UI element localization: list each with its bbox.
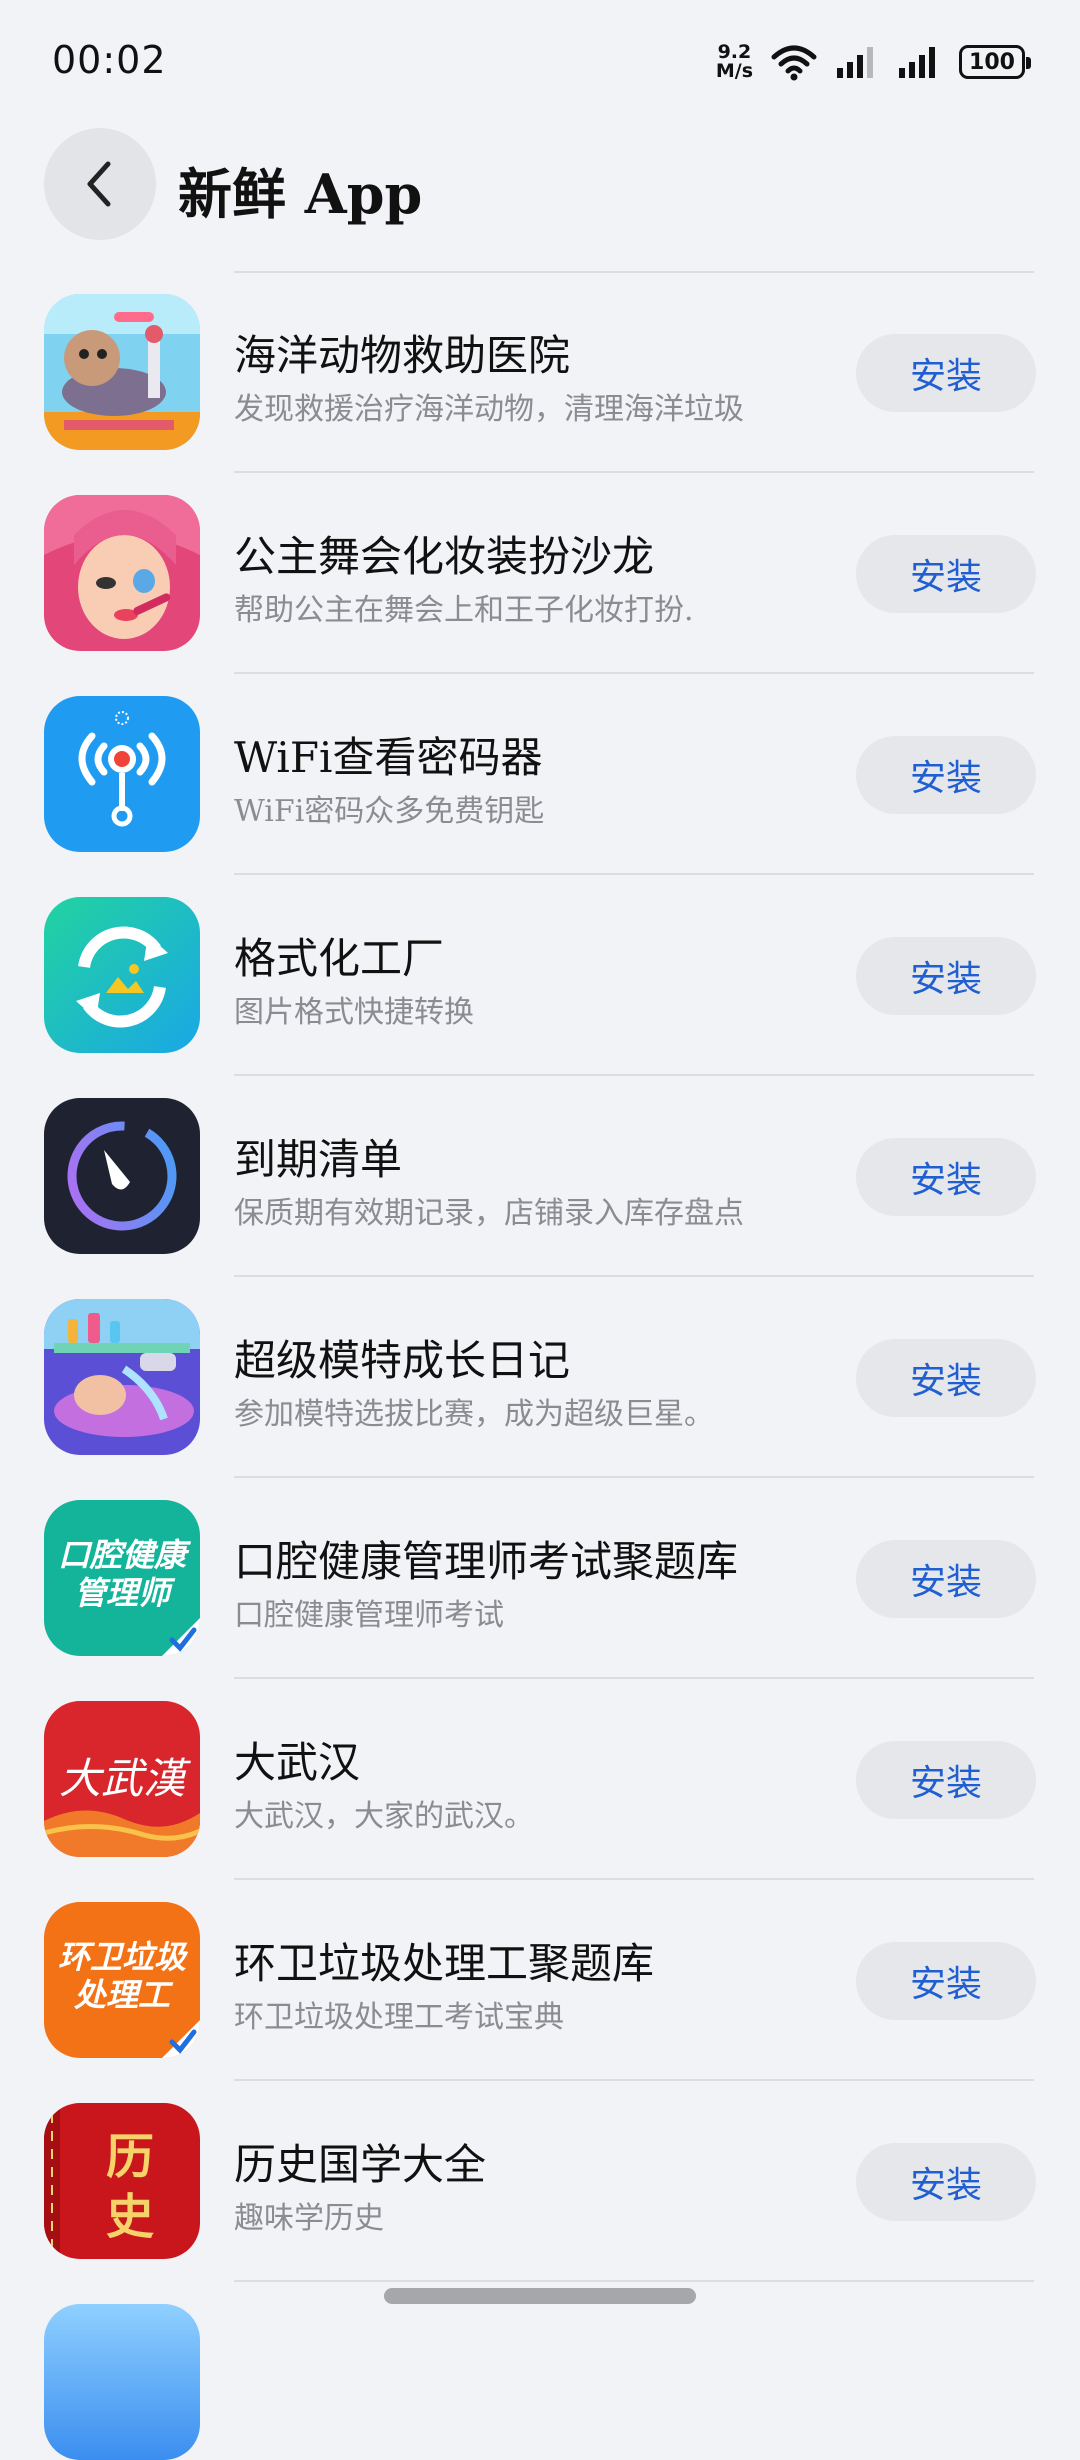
app-name: 大武汉 (234, 1738, 361, 1787)
app-row-ocean-rescue[interactable]: 海洋动物救助医院 发现救援治疗海洋动物，清理海洋垃圾 安装 (0, 272, 1080, 473)
battery-level: 100 (969, 49, 1015, 75)
install-button[interactable]: 安装 (856, 1138, 1036, 1216)
app-row-oral-health-exam[interactable]: 口腔健康 管理师 口腔健康管理师考试聚题库 口腔健康管理师考试 安装 (0, 1478, 1080, 1679)
app-description: 口腔健康管理师考试 (234, 1598, 504, 1633)
app-description: WiFi密码众多免费钥匙 (234, 794, 545, 829)
app-description: 图片格式快捷转换 (234, 995, 474, 1030)
status-bar: 00:02 9.2 M/s 100 (0, 0, 1080, 120)
signal-icon-sim2 (899, 47, 935, 78)
icon-label: 口腔健康 (58, 1536, 192, 1574)
icon-label: 环卫垃圾 (58, 1938, 189, 1976)
app-description: 帮助公主在舞会上和王子化妆打扮. (234, 593, 694, 628)
app-name: 历史国学大全 (234, 2140, 487, 2189)
status-time: 00:02 (52, 38, 167, 82)
chevron-left-icon (87, 161, 111, 207)
home-indicator[interactable] (384, 2288, 696, 2304)
format-factory-app-icon (44, 897, 200, 1053)
app-name: 海洋动物救助医院 (234, 331, 571, 380)
install-button[interactable]: 安装 (856, 334, 1036, 412)
app-row-da-wuhan[interactable]: 大武漢 大武汉 大武汉，大家的武汉。 安装 (0, 1679, 1080, 1880)
ocean-rescue-app-icon (44, 294, 200, 450)
icon-label: 大武漢 (59, 1754, 191, 1803)
app-description: 环卫垃圾处理工考试宝典 (234, 2000, 564, 2035)
app-description: 保质期有效期记录，店铺录入库存盘点 (234, 1196, 744, 1231)
expiry-list-app-icon (44, 1098, 200, 1254)
signal-icon-sim1 (837, 47, 873, 78)
wifi-password-app-icon (44, 696, 200, 852)
icon-label: 管理师 (74, 1574, 176, 1612)
install-button[interactable]: 安装 (856, 1339, 1036, 1417)
da-wuhan-app-icon: 大武漢 (44, 1701, 200, 1857)
app-row-format-factory[interactable]: 格式化工厂 图片格式快捷转换 安装 (0, 875, 1080, 1076)
app-icon (44, 2304, 200, 2460)
install-button[interactable]: 安装 (856, 1942, 1036, 2020)
app-name: 公主舞会化妆装扮沙龙 (234, 532, 655, 581)
icon-label: 历 (106, 2129, 154, 2185)
app-name: WiFi查看密码器 (234, 733, 543, 782)
install-button[interactable]: 安装 (856, 1540, 1036, 1618)
wifi-icon (771, 45, 817, 81)
app-name: 格式化工厂 (234, 934, 445, 983)
install-button[interactable]: 安装 (856, 1741, 1036, 1819)
network-speed-unit: M/s (715, 60, 753, 82)
app-row-sanitation-exam[interactable]: 环卫垃圾 处理工 环卫垃圾处理工聚题库 环卫垃圾处理工考试宝典 安装 (0, 1880, 1080, 2081)
app-name: 环卫垃圾处理工聚题库 (234, 1939, 655, 1988)
princess-salon-app-icon (44, 495, 200, 651)
app-row-wifi-password[interactable]: WiFi查看密码器 WiFi密码众多免费钥匙 安装 (0, 674, 1080, 875)
app-row-princess-salon[interactable]: 公主舞会化妆装扮沙龙 帮助公主在舞会上和王子化妆打扮. 安装 (0, 473, 1080, 674)
status-icons: 9.2 M/s 100 (716, 38, 1031, 86)
app-description: 趣味学历史 (234, 2201, 384, 2236)
app-name: 超级模特成长日记 (234, 1336, 571, 1385)
icon-label: 处理工 (73, 1976, 174, 2014)
app-list: 海洋动物救助医院 发现救援治疗海洋动物，清理海洋垃圾 安装 公主舞会化妆装扮沙龙… (0, 272, 1080, 2460)
page-title: 新鲜 App (178, 162, 423, 226)
app-row-expiry-list[interactable]: 到期清单 保质期有效期记录，店铺录入库存盘点 安装 (0, 1076, 1080, 1277)
battery-icon: 100 (959, 45, 1031, 79)
install-button[interactable]: 安装 (856, 736, 1036, 814)
app-description: 发现救援治疗海洋动物，清理海洋垃圾 (234, 392, 744, 427)
oral-health-exam-app-icon: 口腔健康 管理师 (44, 1500, 200, 1656)
app-name: 口腔健康管理师考试聚题库 (234, 1537, 739, 1586)
app-description: 参加模特选拔比赛，成为超级巨星。 (234, 1397, 714, 1432)
app-description: 大武汉，大家的武汉。 (234, 1799, 534, 1834)
icon-label: 史 (106, 2189, 154, 2245)
install-button[interactable]: 安装 (856, 937, 1036, 1015)
network-speed: 9.2 M/s (716, 43, 753, 81)
install-button[interactable]: 安装 (856, 535, 1036, 613)
app-name: 到期清单 (234, 1135, 403, 1184)
supermodel-diary-app-icon (44, 1299, 200, 1455)
app-row-supermodel-diary[interactable]: 超级模特成长日记 参加模特选拔比赛，成为超级巨星。 安装 (0, 1277, 1080, 1478)
history-classics-app-icon: 历 史 (44, 2103, 200, 2259)
app-row-history-classics[interactable]: 历 史 历史国学大全 趣味学历史 安装 (0, 2081, 1080, 2282)
install-button[interactable]: 安装 (856, 2143, 1036, 2221)
sanitation-exam-app-icon: 环卫垃圾 处理工 (44, 1902, 200, 2058)
back-button[interactable] (44, 128, 156, 240)
